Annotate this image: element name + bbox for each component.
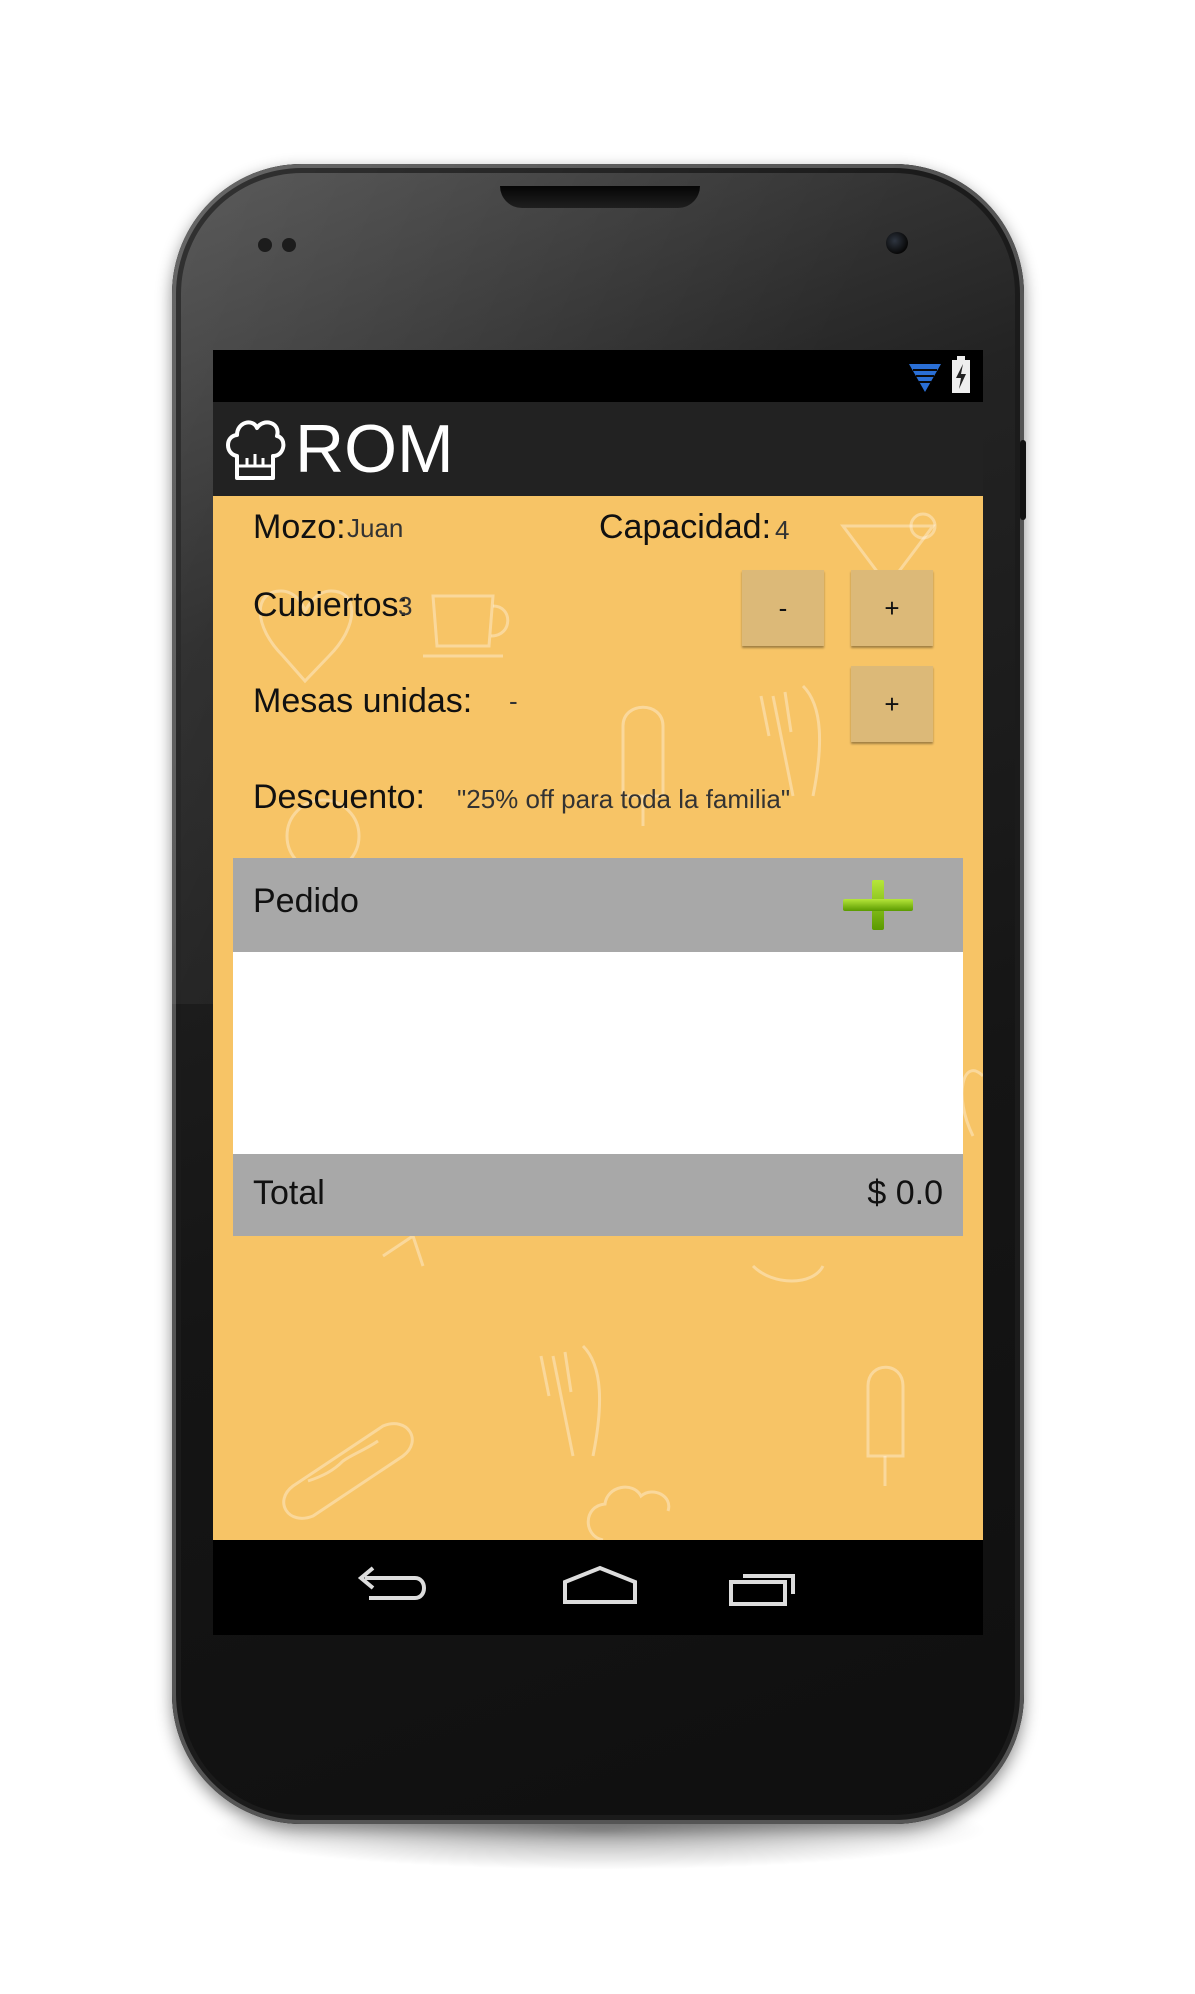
descuento-label: Descuento: [253, 778, 425, 816]
mesas-unidas-value: - [509, 686, 518, 716]
capacidad-value: 4 [775, 515, 790, 545]
mozo-label: Mozo: [253, 508, 346, 546]
recent-apps-icon[interactable] [721, 1560, 811, 1614]
chef-hat-icon[interactable] [223, 416, 287, 482]
action-bar: ROM [213, 402, 983, 498]
wifi-icon [909, 364, 941, 392]
navigation-bar [213, 1540, 983, 1635]
home-icon[interactable] [555, 1560, 645, 1614]
cubiertos-label: Cubiertos: [253, 586, 408, 624]
mozo-value: Juan [347, 513, 404, 543]
total-value: $ 0.0 [867, 1174, 943, 1212]
phone-screen: ROM Mozo: Juan Capacidad: 4 Cubiertos: 3… [213, 350, 983, 1635]
total-bar: Total $ 0.0 [233, 1154, 963, 1236]
total-label: Total [253, 1174, 325, 1212]
mesas-unidas-label: Mesas unidas: [253, 682, 473, 720]
proximity-sensor [258, 238, 272, 252]
power-button[interactable] [1020, 440, 1026, 520]
app-title: ROM [295, 411, 454, 487]
mesas-unidas-plus-button[interactable]: + [851, 666, 933, 742]
capacidad-label: Capacidad: [599, 508, 772, 546]
table-detail-content: Mozo: Juan Capacidad: 4 Cubiertos: 3 - +… [213, 496, 983, 1540]
cubiertos-minus-button[interactable]: - [742, 570, 824, 646]
cubiertos-value: 3 [398, 591, 413, 621]
light-sensor [282, 238, 296, 252]
plus-icon[interactable] [841, 878, 915, 932]
earpiece-speaker [500, 186, 700, 208]
battery-charging-icon [952, 356, 970, 393]
cubiertos-plus-button[interactable]: + [851, 570, 933, 646]
order-title: Pedido [253, 882, 359, 920]
status-bar [213, 350, 983, 402]
order-items-list[interactable] [233, 952, 963, 1154]
front-camera [886, 232, 908, 254]
order-header: Pedido [233, 858, 963, 952]
descuento-value: "25% off para toda la familia" [457, 784, 791, 814]
back-icon[interactable] [343, 1560, 433, 1614]
